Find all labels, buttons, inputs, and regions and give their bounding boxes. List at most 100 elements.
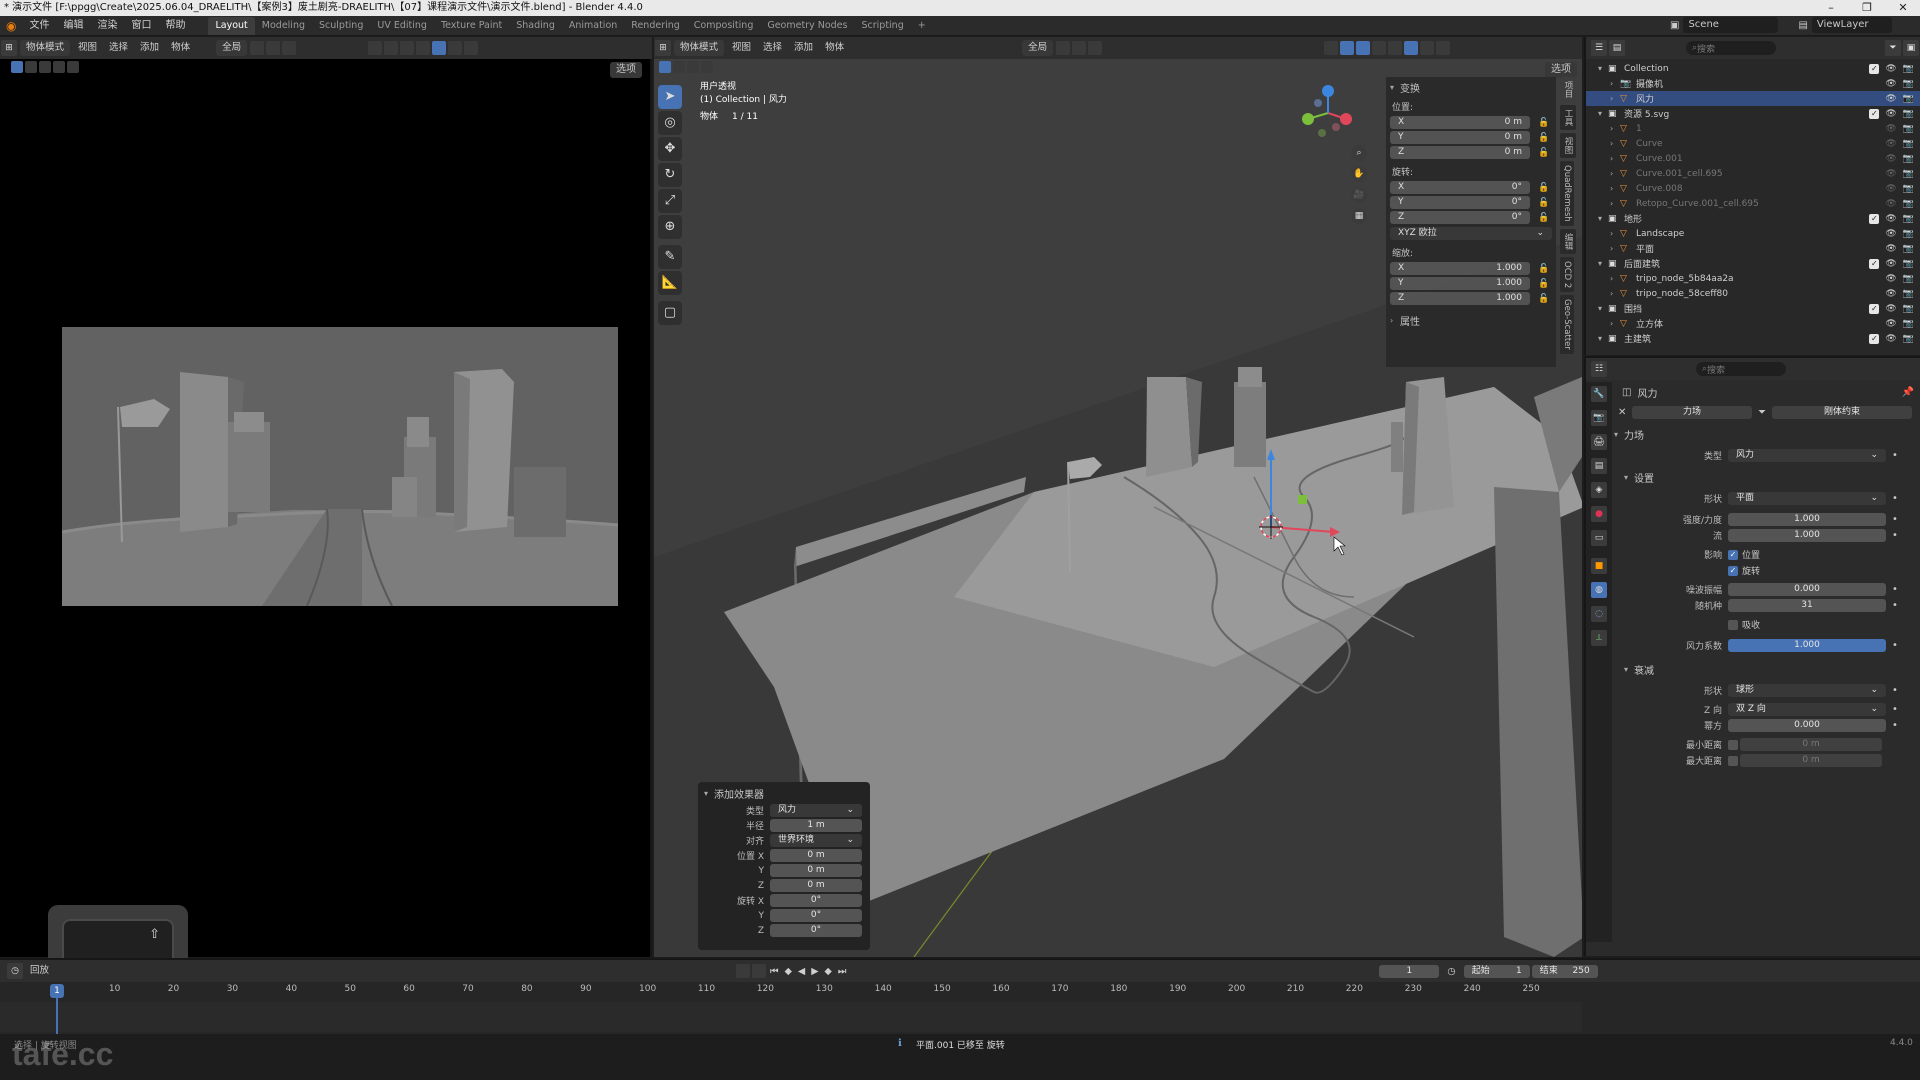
operator-row-field[interactable]: 0 m xyxy=(770,849,862,862)
keyframe-dot-icon[interactable]: • xyxy=(1892,514,1898,525)
eye-icon[interactable]: 👁 xyxy=(1885,334,1896,344)
menu-add[interactable]: 添加 xyxy=(789,39,818,57)
output-tab-icon[interactable]: 🖨 xyxy=(1591,434,1607,450)
properties-section-title[interactable]: 属性 xyxy=(1400,313,1420,328)
shading-wire-icon[interactable] xyxy=(1388,41,1403,55)
transform-section-title[interactable]: 变换 xyxy=(1400,80,1420,95)
outliner-editor-icon[interactable]: ☰ xyxy=(1591,40,1607,56)
left-menu-add[interactable]: 添加 xyxy=(135,39,164,57)
eye-icon[interactable]: 👁 xyxy=(1885,244,1896,254)
force-section-title[interactable]: 力场 xyxy=(1624,427,1644,442)
start-frame-field[interactable]: 起始 1 xyxy=(1463,964,1530,978)
keyframe-dot-icon[interactable]: • xyxy=(1892,584,1898,595)
render-camera-icon[interactable]: 📷 xyxy=(1903,184,1914,194)
expand-icon[interactable]: › xyxy=(1610,229,1620,238)
outliner-row[interactable]: › ▽ Curve 👁 📷 xyxy=(1586,136,1920,151)
keyframe-dot-icon[interactable]: • xyxy=(1892,600,1898,611)
outliner-row[interactable]: ▾ ▣ 主建筑 ✓ 👁 📷 xyxy=(1586,331,1920,346)
collapse-icon[interactable]: ▾ xyxy=(1598,109,1608,118)
xray-icon[interactable] xyxy=(1372,41,1387,55)
end-frame-field[interactable]: 结束 250 xyxy=(1531,964,1598,978)
lock-icon[interactable]: 🔓 xyxy=(1538,264,1549,274)
menu-object[interactable]: 物体 xyxy=(820,39,849,57)
add-cube-tool-icon[interactable]: ▢ xyxy=(658,301,682,325)
render-tab-icon[interactable]: 📷 xyxy=(1591,410,1607,426)
shading-wire-icon[interactable] xyxy=(416,41,431,55)
render-camera-icon[interactable]: 📷 xyxy=(1903,109,1914,119)
operator-row-field[interactable]: 0 m xyxy=(770,879,862,892)
tool-tab-icon[interactable]: 🔧 xyxy=(1591,386,1607,402)
collection-checkbox[interactable]: ✓ xyxy=(1869,108,1880,119)
eye-icon[interactable]: 👁 xyxy=(1885,289,1896,299)
menu-view[interactable]: 视图 xyxy=(727,39,756,57)
tab-rendering[interactable]: Rendering xyxy=(624,17,687,35)
current-frame-field[interactable]: 1 xyxy=(1379,964,1440,978)
object-data-tab-icon[interactable]: ⟂ xyxy=(1591,630,1607,646)
properties-search[interactable]: ⌕ 搜索 xyxy=(1696,362,1786,376)
menu-select[interactable]: 选择 xyxy=(758,39,787,57)
collapse-icon[interactable]: ▾ xyxy=(1390,83,1400,92)
timeline-ruler[interactable]: 0102030405060708090100110120130140150160… xyxy=(0,984,1600,1000)
select-tool-icon[interactable]: ➤ xyxy=(658,85,682,109)
next-key-icon[interactable]: ◆ xyxy=(825,966,832,977)
operator-row-field[interactable]: 0° xyxy=(770,894,862,907)
eye-icon[interactable]: 👁 xyxy=(1885,274,1896,284)
seed-field[interactable]: 31 xyxy=(1728,599,1886,612)
eye-icon[interactable]: 👁 xyxy=(1885,124,1896,134)
outliner-row[interactable]: ▾ ▣ 地形 ✓ 👁 📷 xyxy=(1586,211,1920,226)
render-camera-icon[interactable]: 📷 xyxy=(1903,214,1914,224)
affect-location-checkbox[interactable]: ✓ xyxy=(1728,549,1738,560)
autokey-icon[interactable] xyxy=(752,964,767,978)
eye-icon[interactable]: 👁 xyxy=(1885,184,1896,194)
outliner-row[interactable]: ▾ ▣ 资源 5.svg ✓ 👁 📷 xyxy=(1586,106,1920,121)
expand-icon[interactable]: › xyxy=(1390,316,1400,325)
rotation-mode-dropdown[interactable]: XYZ 欧拉 ⌄ xyxy=(1390,227,1552,240)
wind-factor-field[interactable]: 1.000 xyxy=(1728,639,1886,652)
z-direction-dropdown[interactable]: 双 Z 向 ⌄ xyxy=(1728,703,1886,716)
tab-animation[interactable]: Animation xyxy=(562,17,624,35)
record-icon[interactable] xyxy=(736,964,751,978)
remove-force-icon[interactable]: ✕ xyxy=(1618,407,1632,418)
render-camera-icon[interactable]: 📷 xyxy=(1903,79,1914,89)
zoom-icon[interactable]: ⌕ xyxy=(1351,145,1367,161)
expand-icon[interactable]: › xyxy=(1610,274,1620,283)
expand-icon[interactable]: › xyxy=(1610,124,1620,133)
blender-logo-icon[interactable]: ◉ xyxy=(0,19,22,33)
location-y-field[interactable]: Y 0 m xyxy=(1390,131,1530,144)
min-distance-checkbox[interactable] xyxy=(1728,739,1738,750)
gizmo-icon[interactable] xyxy=(368,41,383,55)
minimize-button[interactable]: – xyxy=(1818,0,1844,16)
scene-selector[interactable]: Scene xyxy=(1683,17,1779,33)
lock-icon[interactable]: 🔓 xyxy=(1538,279,1549,289)
rotate-tool-icon[interactable]: ↻ xyxy=(658,163,682,187)
tab-texture-paint[interactable]: Texture Paint xyxy=(434,17,509,35)
pan-hand-icon[interactable]: ✋ xyxy=(1351,166,1367,182)
shading-render-icon[interactable] xyxy=(1436,41,1451,55)
collection-checkbox[interactable]: ✓ xyxy=(1869,258,1880,269)
rigid-constraint-tab[interactable]: 刚体约束 xyxy=(1772,406,1912,419)
filter-icon[interactable]: ⏷ xyxy=(1885,40,1901,56)
max-distance-checkbox[interactable] xyxy=(1728,755,1738,766)
tab-shading[interactable]: Shading xyxy=(509,17,562,35)
expand-icon[interactable]: › xyxy=(1610,154,1620,163)
playback-menu[interactable]: 回放 xyxy=(25,962,54,980)
left-transform-orientation[interactable]: 全局 xyxy=(216,40,248,56)
expand-icon[interactable]: › xyxy=(1610,169,1620,178)
expand-icon[interactable]: › xyxy=(1610,184,1620,193)
render-camera-icon[interactable]: 📷 xyxy=(1903,274,1914,284)
n-panel-tab[interactable]: OCD 2 xyxy=(1560,256,1574,293)
options-button[interactable]: 选项 xyxy=(1545,62,1577,78)
navigation-gizmo[interactable] xyxy=(1296,81,1360,145)
location-x-field[interactable]: X 0 m xyxy=(1390,116,1530,129)
tab-compositing[interactable]: Compositing xyxy=(687,17,761,35)
collection-checkbox[interactable]: ✓ xyxy=(1869,303,1880,314)
constraints-tab-icon[interactable]: ◌ xyxy=(1591,606,1607,622)
world-tab-icon[interactable]: ● xyxy=(1591,506,1607,522)
tab-geometry-nodes[interactable]: Geometry Nodes xyxy=(760,17,854,35)
menu-render[interactable]: 渲染 xyxy=(90,16,124,36)
timeline-track-area[interactable] xyxy=(0,1002,1582,1032)
snap-icon[interactable] xyxy=(266,41,281,55)
keyframe-dot-icon[interactable]: • xyxy=(1892,530,1898,541)
eye-icon[interactable]: 👁 xyxy=(1885,229,1896,239)
shading-solid-icon[interactable] xyxy=(432,41,447,55)
